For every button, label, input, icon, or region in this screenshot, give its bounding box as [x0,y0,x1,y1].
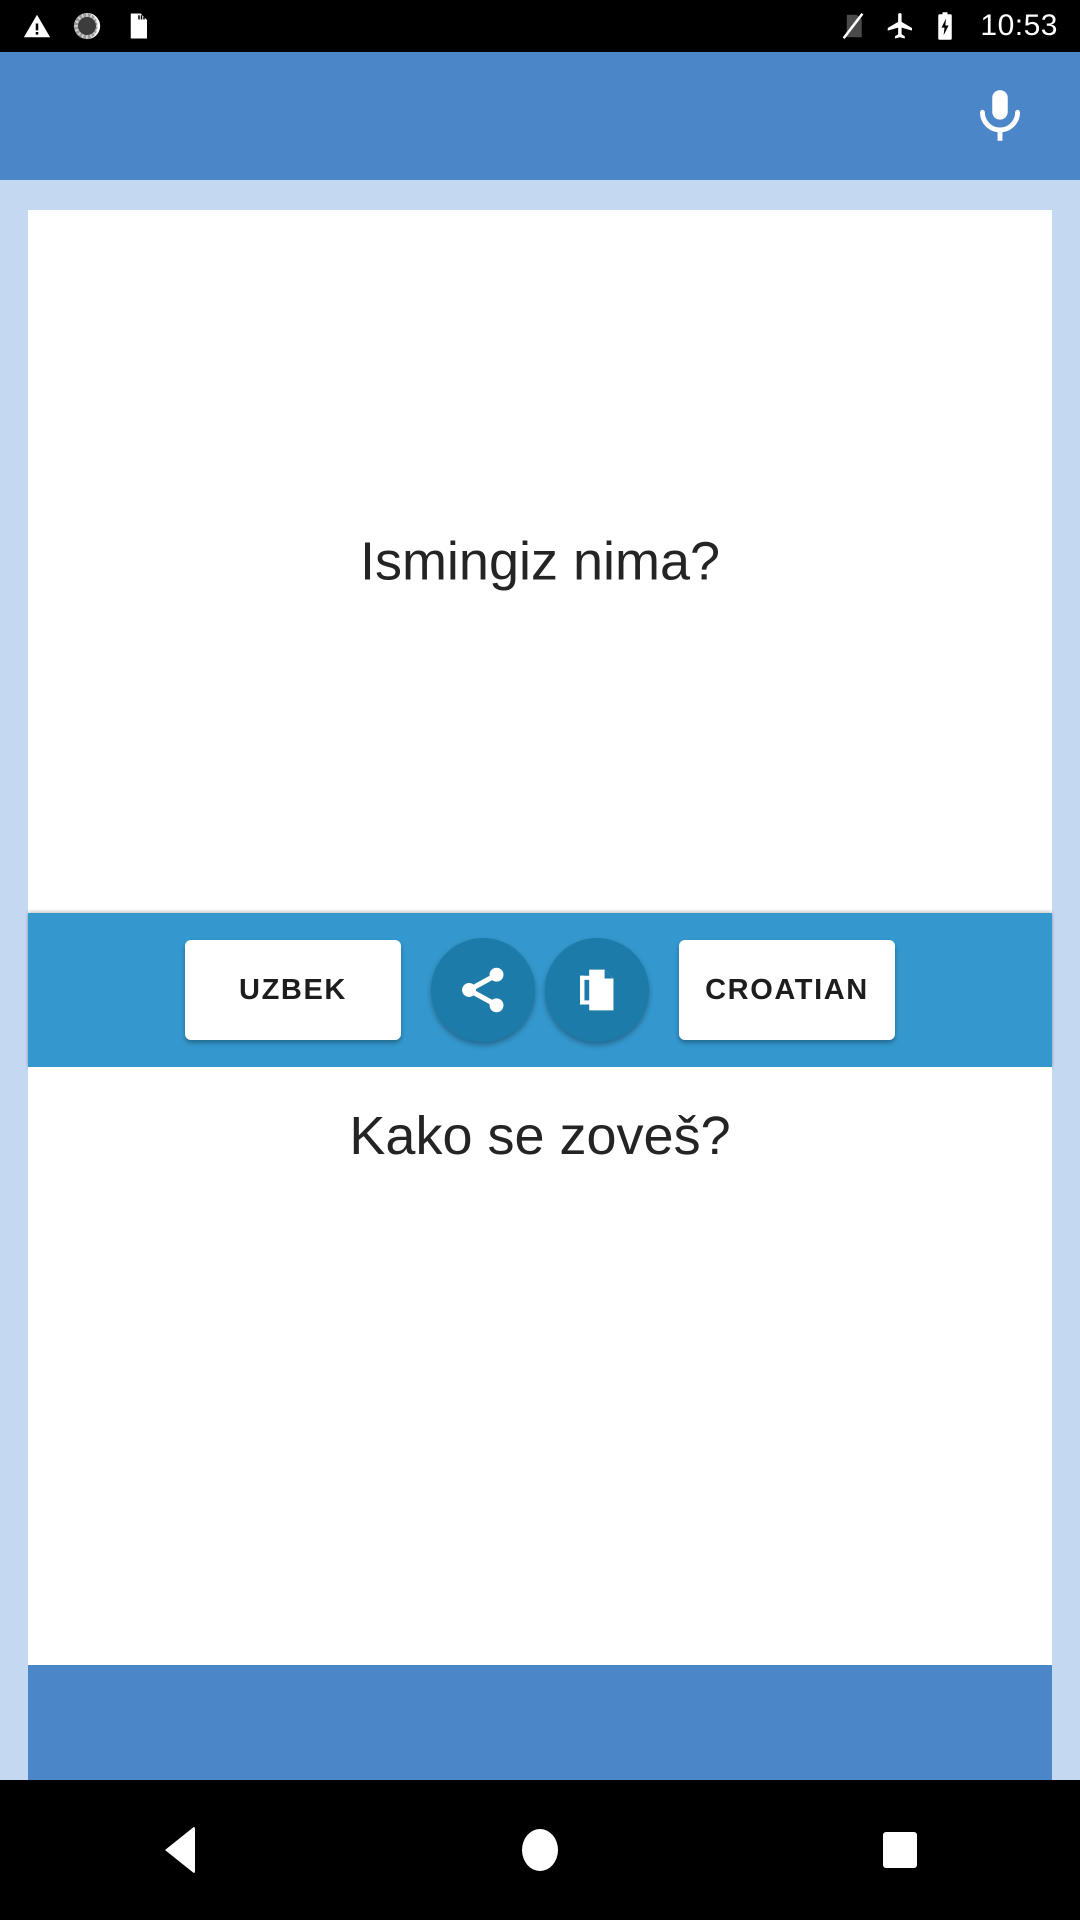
microphone-icon [979,90,1021,141]
status-bar-left-icons [22,11,152,41]
source-text-card[interactable]: Ismingiz nima? [28,210,1052,913]
copy-button[interactable] [545,938,649,1042]
nav-recents-button[interactable] [720,1780,1080,1920]
copy-icon [580,969,614,1011]
source-language-button[interactable]: UZBEK [185,940,401,1040]
nav-back-button[interactable] [0,1780,360,1920]
status-bar-right-icons: 10:53 [838,10,1058,42]
translator-content: Ismingiz nima? UZBEK CROATIAN Kako se zo… [0,180,1080,1780]
nav-home-button[interactable] [360,1780,720,1920]
status-bar: 10:53 [0,0,1080,52]
target-text-card[interactable]: Kako se zoveš? [28,1067,1052,1665]
status-bar-clock: 10:53 [980,9,1058,42]
sd-card-icon [130,13,147,39]
airplane-mode-icon [888,13,913,39]
home-circle-icon [522,1829,558,1871]
target-language-button[interactable]: CROATIAN [679,940,895,1040]
warning-triangle-icon [23,14,51,38]
translate-toolbar: UZBEK CROATIAN [28,913,1052,1067]
android-navigation-bar [0,1780,1080,1920]
sync-spinner-icon [73,12,101,40]
share-icon [462,967,504,1013]
target-text: Kako se zoveš? [349,1106,731,1166]
back-triangle-icon [165,1826,195,1874]
source-text: Ismingiz nima? [359,530,721,591]
app-root: 10:53 Ismingiz nima? UZBEK CROATIAN Kako… [0,0,1080,1920]
ad-banner[interactable] [28,1665,1052,1780]
app-bar [0,52,1080,180]
voice-input-button[interactable] [960,76,1040,156]
recents-square-icon [883,1832,917,1868]
share-button[interactable] [431,938,535,1042]
battery-charging-icon [938,12,953,40]
no-sim-icon [843,12,864,40]
